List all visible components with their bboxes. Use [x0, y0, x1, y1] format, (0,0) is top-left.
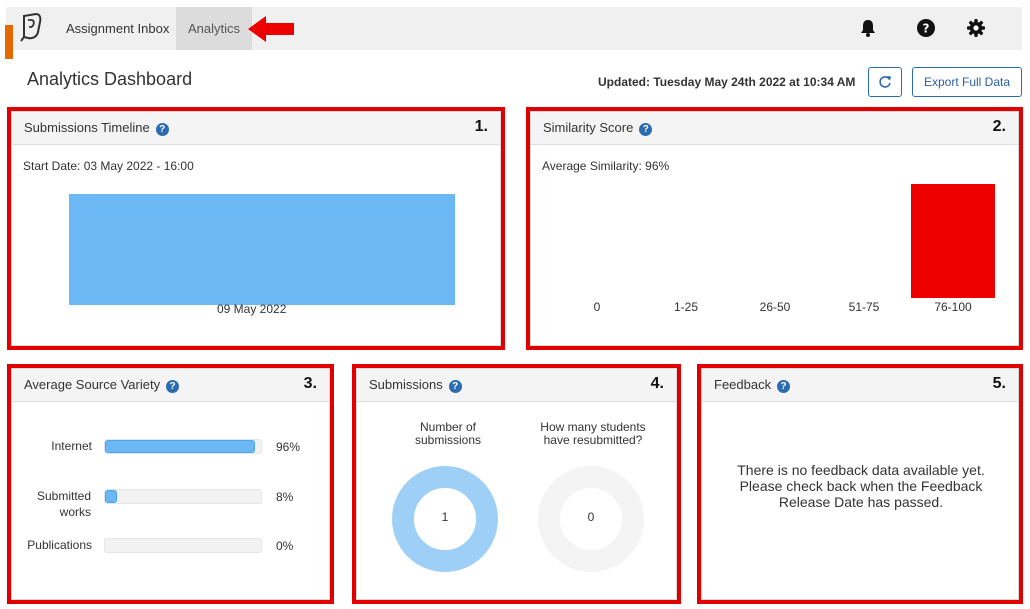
- export-full-data-button[interactable]: Export Full Data: [912, 67, 1022, 97]
- help-icon[interactable]: ?: [166, 380, 180, 393]
- number-of-submissions-label: Number of submissions: [414, 420, 482, 447]
- panel-number: 3.: [303, 375, 317, 392]
- red-arrow-icon: [248, 16, 294, 42]
- feedback-studio-logo-icon[interactable]: [18, 12, 46, 42]
- updated-timestamp: Updated: Tuesday May 24th 2022 at 10:34 …: [598, 75, 856, 89]
- help-icon[interactable]: ?: [639, 123, 653, 136]
- nav-assignment-inbox[interactable]: Assignment Inbox: [54, 7, 181, 50]
- source-percent: 96%: [276, 440, 301, 454]
- similarity-category-label: 1-25: [673, 300, 699, 314]
- source-bar-track: [104, 489, 262, 504]
- panel-number: 5.: [992, 375, 1006, 392]
- timeline-bar[interactable]: [69, 194, 455, 305]
- panel-title: Submissions Timeline: [24, 120, 150, 135]
- similarity-category-label: 51-75: [848, 300, 880, 314]
- average-similarity: Average Similarity: 96%: [542, 159, 670, 173]
- source-label: Submitted works: [36, 489, 91, 519]
- resubmitted-label: How many students have resubmitted?: [540, 420, 646, 447]
- panel-number: 1.: [474, 118, 488, 135]
- gear-icon[interactable]: [966, 18, 986, 38]
- help-icon[interactable]: ?: [155, 123, 169, 136]
- panel-header: Average Source Variety? 3.: [12, 369, 329, 402]
- panel-title: Submissions: [369, 377, 443, 392]
- similarity-category-label: 26-50: [759, 300, 791, 314]
- source-percent: 0%: [276, 539, 294, 553]
- panel-number: 4.: [650, 375, 664, 392]
- feedback-panel: Feedback? 5. There is no feedback data a…: [697, 364, 1023, 604]
- bell-icon[interactable]: [858, 18, 878, 38]
- number-of-submissions-value: 1: [441, 510, 449, 524]
- similarity-category-label: 76-100: [934, 300, 972, 314]
- average-source-variety-panel: Average Source Variety? 3. Internet 96% Su…: [7, 364, 334, 604]
- panel-title: Similarity Score: [543, 120, 634, 135]
- panel-header: Submissions Timeline? 1.: [12, 112, 500, 145]
- panel-header: Similarity Score? 2.: [531, 112, 1018, 145]
- panel-title: Average Source Variety: [24, 377, 161, 392]
- sidebar-toggle-tab[interactable]: [5, 25, 13, 59]
- submissions-panel: Submissions? 4. Number of submissions Ho…: [352, 364, 681, 604]
- help-icon[interactable]: ?: [448, 380, 462, 393]
- source-bar-track: [104, 538, 262, 553]
- page-title: Analytics Dashboard: [27, 69, 193, 89]
- refresh-button[interactable]: [868, 67, 902, 97]
- help-icon[interactable]: ?: [916, 18, 936, 38]
- refresh-icon: [879, 76, 891, 88]
- panel-number: 2.: [992, 118, 1006, 135]
- source-percent: 8%: [276, 490, 294, 504]
- source-bar-fill[interactable]: [105, 440, 255, 453]
- similarity-bar-76-100[interactable]: [911, 184, 995, 298]
- panel-header: Feedback? 5.: [702, 369, 1018, 402]
- nav-analytics[interactable]: Analytics: [176, 7, 253, 50]
- timeline-bar-label: 09 May 2022: [217, 302, 287, 316]
- similarity-category-label: 0: [593, 300, 601, 314]
- feedback-empty-message: There is no feedback data available yet.…: [737, 462, 985, 510]
- source-label: Internet: [51, 439, 92, 453]
- similarity-score-panel: Similarity Score? 2. Average Similarity:…: [526, 107, 1023, 350]
- panel-title: Feedback: [714, 377, 772, 392]
- start-date: Start Date: 03 May 2022 - 16:00: [23, 159, 194, 173]
- source-label: Publications: [27, 538, 92, 552]
- help-icon[interactable]: ?: [777, 380, 791, 393]
- source-bar-track: [104, 439, 262, 454]
- resubmitted-value: 0: [587, 510, 595, 524]
- submissions-timeline-panel: Submissions Timeline? 1. Start Date: 03 …: [7, 107, 505, 350]
- source-bar-fill[interactable]: [105, 490, 117, 503]
- panel-header: Submissions? 4.: [357, 369, 676, 402]
- svg-text:?: ?: [923, 22, 930, 36]
